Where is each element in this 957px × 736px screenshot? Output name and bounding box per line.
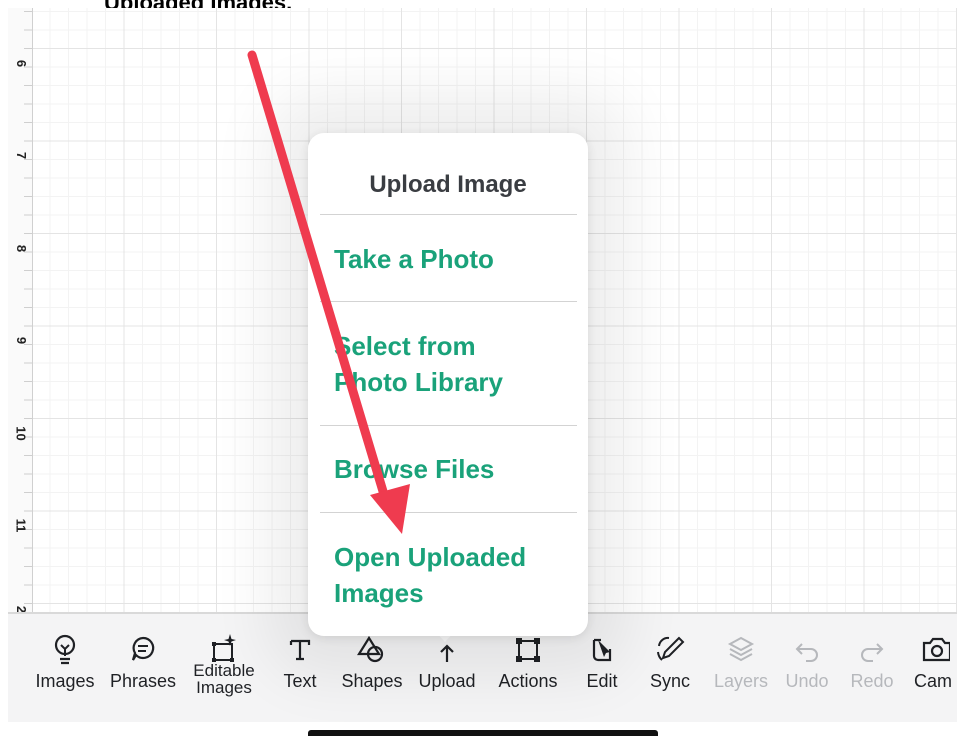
bounding-box-icon [516, 638, 540, 662]
toolbar-layers-label: Layers [713, 671, 769, 691]
select-photo-library-option[interactable]: Select from Photo Library [334, 328, 574, 400]
toolbar-phrases-label: Phrases [109, 671, 177, 691]
toolbar-images-button[interactable]: Images [30, 632, 100, 690]
redo-icon [861, 643, 884, 662]
take-photo-label: Take a Photo [334, 244, 494, 274]
toolbar-text-button[interactable]: Text [278, 632, 322, 690]
toolbar-redo-button[interactable]: Redo [846, 632, 898, 690]
ruler-label-10: 10 [13, 426, 29, 441]
home-indicator [308, 730, 658, 736]
toolbar-edit-button[interactable]: Edit [580, 632, 624, 690]
toolbar-phrases-button[interactable]: Phrases [103, 632, 183, 690]
vertical-ruler: 6 7 8 9 10 11 2 [8, 8, 33, 613]
ruler-label-11: 11 [13, 518, 29, 533]
toolbar-images-label: Images [35, 671, 95, 691]
open-uploaded-images-label-2: Images [334, 578, 424, 608]
toolbar-actions-button[interactable]: Actions [490, 632, 566, 690]
toolbar-shapes-button[interactable]: Shapes [334, 632, 410, 690]
toolbar-sync-label: Sync [649, 671, 691, 691]
popover-divider [320, 512, 577, 513]
toolbar-editable-images-button[interactable]: Editable Images [184, 632, 264, 696]
shapes-icon [357, 635, 384, 663]
toolbar-sync-button[interactable]: Sync [644, 632, 696, 690]
upload-image-popover: Upload Image Take a Photo Select from Ph… [308, 133, 588, 636]
browse-files-option[interactable]: Browse Files [334, 451, 574, 487]
popover-title: Upload Image [369, 171, 527, 198]
undo-icon [795, 643, 818, 662]
toolbar-actions-label: Actions [498, 671, 558, 691]
toolbar-layers-button[interactable]: Layers [708, 632, 774, 690]
popover-divider [320, 425, 577, 426]
select-photo-library-label-2: Photo Library [334, 367, 504, 397]
open-uploaded-images-label-1: Open Uploaded [334, 542, 527, 572]
toolbar-edit-label: Edit [586, 671, 618, 691]
toolbar-editable-label-1: Editable [193, 661, 255, 680]
select-photo-library-label-1: Select from [334, 331, 476, 361]
ruler-label-6: 6 [14, 59, 30, 68]
toolbar-upload-label: Upload [418, 671, 476, 691]
text-t-icon [289, 639, 311, 661]
ruler-label-7: 7 [14, 151, 30, 160]
take-photo-option[interactable]: Take a Photo [334, 241, 574, 277]
ruler-label-8: 8 [14, 244, 30, 253]
browse-files-label: Browse Files [334, 454, 495, 484]
toolbar-shapes-label: Shapes [341, 671, 403, 691]
toolbar-undo-label: Undo [785, 671, 829, 691]
pen-sync-icon [657, 636, 685, 661]
chat-bubble-icon [131, 636, 155, 661]
edit-cursor-icon [592, 638, 612, 662]
camera-icon [922, 637, 950, 662]
toolbar-text-label: Text [283, 671, 317, 691]
toolbar-camera-button[interactable]: Cam [914, 632, 954, 690]
toolbar-editable-label-2: Images [196, 678, 252, 697]
open-uploaded-images-option[interactable]: Open Uploaded Images [334, 539, 574, 611]
toolbar-undo-button[interactable]: Undo [782, 632, 832, 690]
layers-icon [727, 636, 755, 662]
toolbar-redo-label: Redo [850, 671, 894, 691]
toolbar-camera-label: Cam [914, 671, 953, 690]
popover-divider [320, 214, 577, 215]
ruler-label-9: 9 [14, 336, 30, 345]
lightbulb-icon [54, 634, 76, 665]
popover-divider [320, 301, 577, 302]
